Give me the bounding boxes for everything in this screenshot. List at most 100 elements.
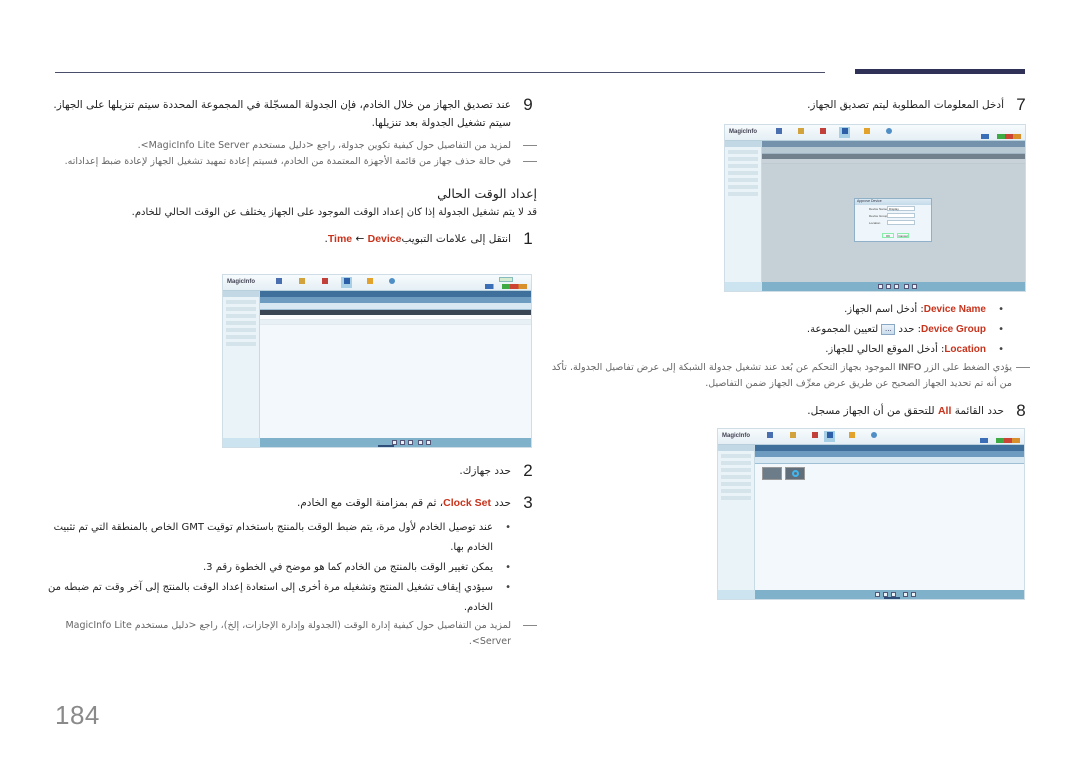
app-logo: MagicInfo xyxy=(729,129,757,135)
dialog-row: Device Name Display xyxy=(855,206,931,212)
field-device-group: Device Group: حدد ... لتعيين المجموعة. xyxy=(545,320,1004,340)
content-icon xyxy=(273,277,284,288)
step-number: 9 xyxy=(523,95,533,114)
page-number: 184 xyxy=(55,700,100,730)
screenshot-approve-device: MagicInfo Approve Device Device Name Dis… xyxy=(724,124,1026,292)
main-panel xyxy=(755,445,1024,599)
step-text-suffix: للتحقق من أن الجهاز مسجل. xyxy=(807,405,938,417)
right-column: 7 أدخل المعلومات المطلوبة ليتم تصديق الج… xyxy=(545,96,1030,120)
playlist-icon xyxy=(296,277,307,288)
note: لمزيد من التفاصيل حول كيفية إدارة الوقت … xyxy=(40,618,537,650)
user-icon xyxy=(846,431,857,442)
step-text: عند تصديق الجهاز من خلال الخادم، فإن الج… xyxy=(53,99,511,129)
device-group-input[interactable] xyxy=(887,213,915,218)
info-note: يؤدي الضغط على الزر INFO الموجود بجهاز ا… xyxy=(545,360,1030,392)
step-7: 7 أدخل المعلومات المطلوبة ليتم تصديق الج… xyxy=(545,96,1030,114)
menu-all: All xyxy=(937,405,952,417)
info-key: INFO xyxy=(898,362,922,373)
step-text: حدد جهازك. xyxy=(459,465,511,477)
field-label: Device Name xyxy=(923,304,986,315)
screenshot-device-time: MagicInfo xyxy=(222,274,532,448)
logout-button xyxy=(499,277,513,282)
note-text: يؤدي الضغط على الزر xyxy=(921,362,1012,373)
field-label: Location xyxy=(944,344,986,355)
device-thumbnail-power[interactable] xyxy=(785,467,805,480)
step-text: حدد القائمة All للتحقق من أن الجهاز مسجل… xyxy=(807,402,1004,420)
step-2: 2 حدد جهازك. xyxy=(40,462,537,480)
ok-button[interactable]: OK xyxy=(882,233,894,238)
location-input[interactable] xyxy=(887,220,915,225)
pager xyxy=(260,438,531,447)
menu-time: Time xyxy=(327,233,353,245)
sidebar xyxy=(223,291,260,447)
app-logo: MagicInfo xyxy=(722,433,750,439)
step-number: 7 xyxy=(1016,95,1026,114)
field-desc: لتعيين المجموعة. xyxy=(806,324,882,335)
step-text-suffix: ، ثم قم بمزامنة الوقت مع الخادم. xyxy=(296,497,444,509)
step-text-prefix: انتقل إلى علامات التبويب xyxy=(401,233,511,245)
header-rule xyxy=(55,72,825,73)
status-icons xyxy=(485,284,527,289)
step-9: 9 عند تصديق الجهاز من خلال الخادم، فإن ا… xyxy=(40,96,537,132)
field-label: Device Name xyxy=(869,207,888,211)
device-name-input[interactable]: Display xyxy=(887,206,915,211)
dialog-row: Device Group xyxy=(855,213,931,219)
device-icon xyxy=(341,277,352,288)
left-column-lower: 2 حدد جهازك. 3 حدد Clock Set، ثم قم بمزا… xyxy=(40,462,537,650)
approve-device-dialog: Approve Device Device Name Display Devic… xyxy=(854,198,932,242)
setting-icon xyxy=(868,431,879,442)
screenshot-all-devices: MagicInfo xyxy=(717,428,1025,600)
section-title: إعداد الوقت الحالي xyxy=(437,186,537,201)
schedule-icon xyxy=(817,127,828,138)
bullet-item: سيؤدي إيقاف تشغيل المنتج وتشغيله مرة أخر… xyxy=(40,578,511,618)
step-1: 1 انتقل إلى علامات التبويبTime ← Device. xyxy=(40,230,537,248)
browse-group-icon: ... xyxy=(881,323,896,335)
step-3: 3 حدد Clock Set، ثم قم بمزامنة الوقت مع … xyxy=(40,494,537,512)
field-label: Location xyxy=(869,221,881,225)
step-text-prefix: حدد القائمة xyxy=(951,405,1004,417)
field-label: Device Group xyxy=(920,324,986,335)
device-icon xyxy=(839,127,850,138)
step-number: 3 xyxy=(523,493,533,512)
bullet-list: عند توصيل الخادم لأول مرة، يتم ضبط الوقت… xyxy=(40,518,537,618)
app-topbar: MagicInfo xyxy=(725,125,1025,141)
schedule-icon xyxy=(319,277,330,288)
dialog-row: Location xyxy=(855,220,931,226)
status-icons xyxy=(980,438,1020,443)
schedule-icon xyxy=(809,431,820,442)
step-8: 8 حدد القائمة All للتحقق من أن الجهاز مس… xyxy=(545,402,1030,420)
arrow: ← xyxy=(352,233,368,245)
sidebar xyxy=(725,141,762,291)
user-icon xyxy=(861,127,872,138)
bullet-item: يمكن تغيير الوقت بالمنتج من الخادم كما ه… xyxy=(40,558,511,578)
field-label: Device Group xyxy=(869,214,888,218)
status-icons xyxy=(981,134,1021,139)
right-column-lower: Device Name: أدخل اسم الجهاز. Device Gro… xyxy=(545,300,1030,426)
clock-set: Clock Set xyxy=(443,497,491,509)
left-column: 9 عند تصديق الجهاز من خلال الخادم، فإن ا… xyxy=(40,96,537,254)
header-accent-bar xyxy=(855,69,1025,74)
bullet-item: عند توصيل الخادم لأول مرة، يتم ضبط الوقت… xyxy=(40,518,511,558)
device-icon xyxy=(824,431,835,442)
field-device-name: Device Name: أدخل اسم الجهاز. xyxy=(545,300,1004,320)
note: في حالة حذف جهاز من قائمة الأجهزة المعتم… xyxy=(40,154,537,170)
step-number: 2 xyxy=(523,461,533,480)
cancel-button[interactable]: Cancel xyxy=(897,233,909,238)
menu-device: Device xyxy=(367,233,402,245)
pager-tab xyxy=(378,445,394,447)
dialog-title: Approve Device xyxy=(855,199,931,205)
section-intro: قد لا يتم تشغيل الجدولة إذا كان إعداد ال… xyxy=(131,207,537,218)
step-number: 1 xyxy=(523,229,533,248)
pager xyxy=(762,282,1025,291)
field-desc: : حدد xyxy=(895,324,921,335)
main-panel xyxy=(260,291,531,447)
device-thumbnail[interactable] xyxy=(762,467,782,480)
setting-icon xyxy=(386,277,397,288)
app-topbar: MagicInfo xyxy=(223,275,531,291)
app-topbar: MagicInfo xyxy=(718,429,1024,445)
app-logo: MagicInfo xyxy=(227,279,255,285)
step-text: أدخل المعلومات المطلوبة ليتم تصديق الجها… xyxy=(807,99,1004,111)
playlist-icon xyxy=(787,431,798,442)
field-desc: : أدخل الموقع الحالي للجهاز. xyxy=(825,344,945,355)
field-list: Device Name: أدخل اسم الجهاز. Device Gro… xyxy=(545,300,1030,360)
